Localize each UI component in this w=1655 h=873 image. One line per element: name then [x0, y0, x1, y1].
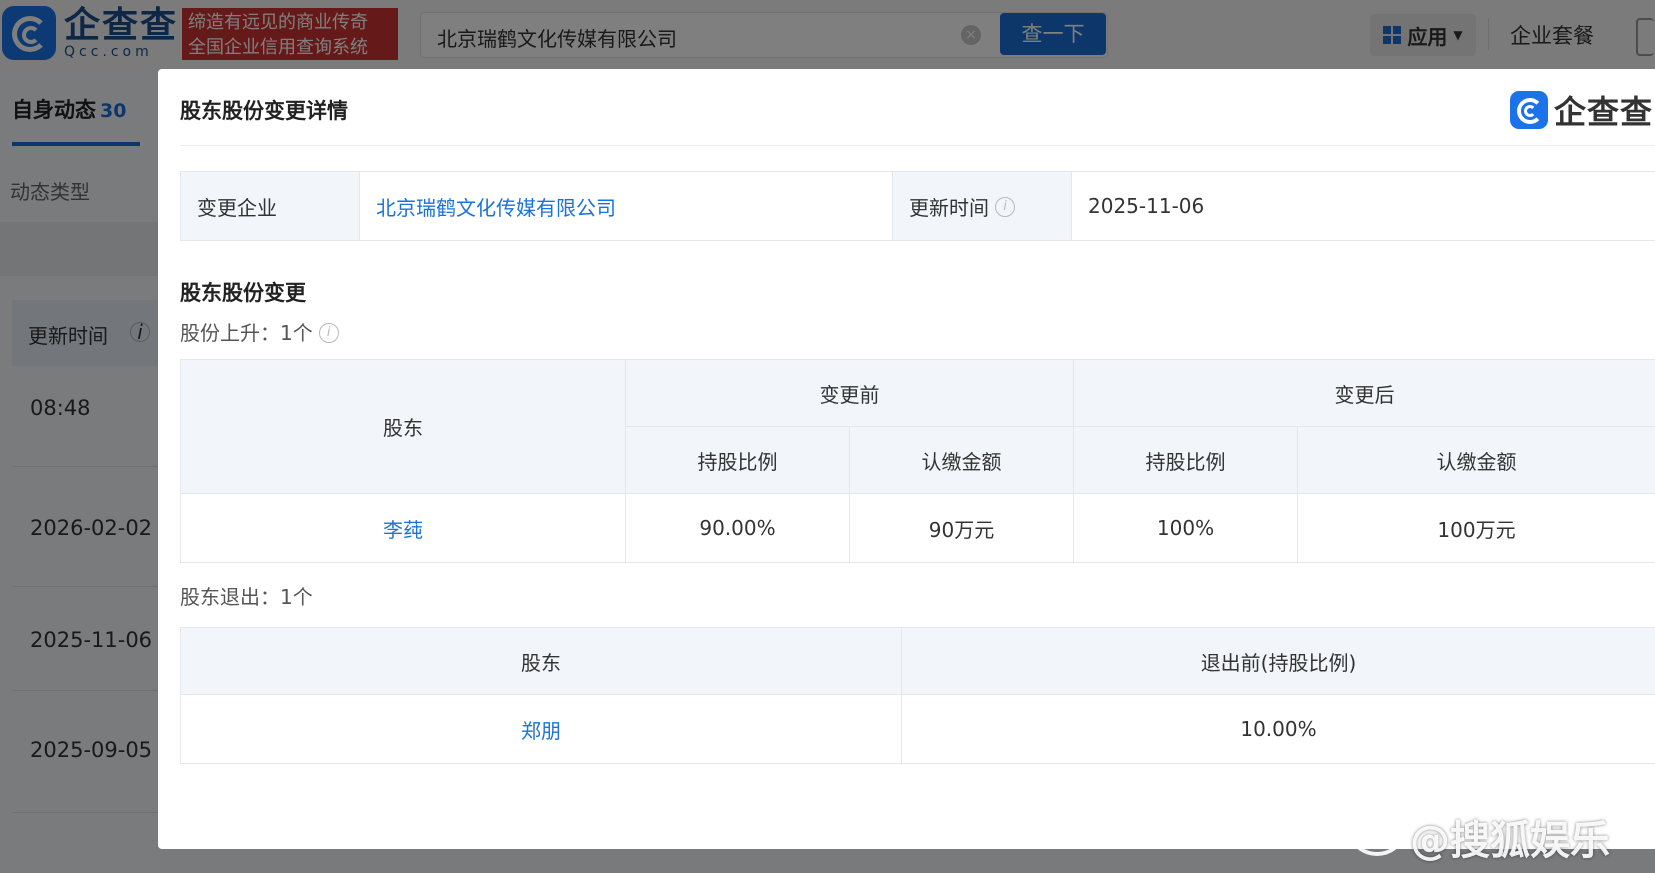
share-change-table: 股东 变更前 变更后 持股比例 认缴金额 持股比例 认缴金额 李莼 90.00%…: [180, 359, 1655, 563]
section-title: 股东股份变更: [180, 281, 306, 305]
info-icon[interactable]: i: [995, 197, 1015, 217]
info-icon[interactable]: i: [318, 322, 339, 343]
update-time-label: 更新时间: [909, 195, 989, 220]
before-ratio-cell: 90.00%: [625, 493, 850, 563]
col-before-amount: 认缴金额: [849, 426, 1074, 494]
table-row: 李莼 90.00% 90万元 100% 100万元: [180, 493, 1655, 563]
col-before-ratio: 持股比例: [625, 426, 850, 494]
company-label: 变更企业: [180, 171, 360, 241]
modal-logo-text: 企查查: [1554, 93, 1654, 131]
before-amount-cell: 90万元: [849, 493, 1074, 563]
shareholder-change-modal: 股东股份变更详情 企查查 变更企业 北京瑞鹤文化传媒有限公司 更新时间 i 202…: [158, 69, 1655, 849]
qcc-logo-icon: [1510, 91, 1548, 129]
shareholder-link[interactable]: 郑朋: [521, 719, 561, 743]
exit-subtitle: 股东退出：1个: [180, 585, 313, 609]
increase-label: 股份上升：1个: [180, 321, 313, 345]
increase-subtitle: 股份上升：1个 i: [180, 317, 339, 346]
col-shareholder: 股东: [180, 627, 902, 695]
modal-title: 股东股份变更详情: [180, 99, 348, 123]
company-link[interactable]: 北京瑞鹤文化传媒有限公司: [376, 196, 616, 220]
col-after-amount: 认缴金额: [1297, 426, 1655, 494]
table-header-row: 股东 退出前(持股比例): [180, 627, 1655, 695]
change-info-table: 变更企业 北京瑞鹤文化传媒有限公司 更新时间 i 2025-11-06: [180, 171, 1655, 241]
update-time-label-cell: 更新时间 i: [892, 171, 1072, 241]
col-after: 变更后: [1073, 359, 1655, 427]
shareholder-link[interactable]: 李莼: [383, 518, 423, 542]
shareholder-cell: 郑朋: [180, 694, 902, 764]
modal-header-divider: [180, 145, 1655, 146]
col-before-exit: 退出前(持股比例): [901, 627, 1655, 695]
shareholder-cell: 李莼: [180, 493, 626, 563]
col-shareholder: 股东: [180, 359, 626, 494]
after-amount-cell: 100万元: [1297, 493, 1655, 563]
weibo-icon: [1352, 818, 1402, 856]
company-cell: 北京瑞鹤文化传媒有限公司: [359, 171, 893, 241]
table-row: 郑朋 10.00%: [180, 694, 1655, 764]
weibo-watermark: @搜狐娱乐: [1352, 808, 1610, 866]
watermark-text: @搜狐娱乐: [1410, 818, 1610, 864]
modal-logo: 企查查: [1510, 87, 1653, 133]
col-after-ratio: 持股比例: [1073, 426, 1298, 494]
shareholder-exit-table: 股东 退出前(持股比例) 郑朋 10.00%: [180, 627, 1655, 764]
exit-ratio-cell: 10.00%: [901, 694, 1655, 764]
table-header-row: 股东 变更前 变更后: [180, 359, 1655, 494]
after-ratio-cell: 100%: [1073, 493, 1298, 563]
col-before: 变更前: [625, 359, 1074, 427]
table-row: 变更企业 北京瑞鹤文化传媒有限公司 更新时间 i 2025-11-06: [180, 171, 1655, 241]
update-time-value: 2025-11-06: [1071, 171, 1655, 241]
